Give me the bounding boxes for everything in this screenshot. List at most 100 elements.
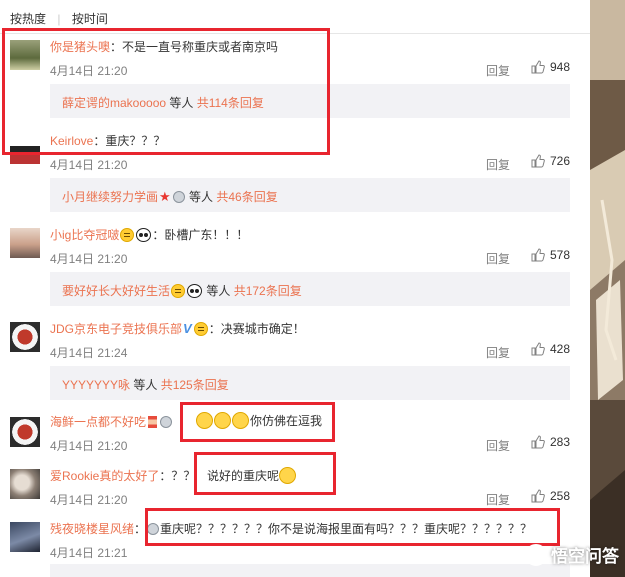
comment-text: 决赛城市确定！: [220, 322, 305, 336]
smiley-emoji-icon: [196, 412, 213, 429]
thumb-up-icon: [531, 248, 545, 262]
sort-bar: 按热度 | 按时间: [0, 0, 590, 34]
comment-time: 4月14日 21:20: [50, 64, 128, 78]
crown-badge-icon: [120, 228, 135, 242]
sub-reply-summary[interactable]: 要好好长大好好生活 等人 共172条回复: [50, 272, 570, 306]
panda-emoji-icon: [187, 284, 203, 298]
sub-reply-etc: 等人: [185, 190, 217, 204]
medal-icon: [172, 191, 185, 203]
sub-reply-total[interactable]: 共114条回复: [197, 96, 264, 110]
colon: ：: [159, 469, 172, 483]
sort-separator: |: [57, 12, 61, 26]
like-count: 726: [549, 154, 570, 168]
comment-username[interactable]: 海鲜一点都不好吃: [50, 415, 146, 429]
smiley-emoji-icon: [214, 412, 231, 429]
like-count: 578: [549, 248, 570, 262]
avatar[interactable]: [10, 134, 40, 164]
comment-time: 4月14日 21:20: [50, 158, 128, 172]
reply-button[interactable]: 回复: [486, 437, 510, 454]
comment-time: 4月14日 21:20: [50, 252, 128, 266]
avatar[interactable]: [10, 40, 40, 70]
comment-text: 你仿佛在逗我: [250, 414, 323, 428]
comment-time: 4月14日 21:24: [50, 346, 128, 360]
sub-reply-total[interactable]: 共125条回复: [161, 378, 229, 392]
like-button[interactable]: 258: [531, 489, 570, 503]
sub-reply-etc: 等人: [203, 284, 234, 298]
comment-text: 重庆呢？？？？？？你不是说海报里面有吗？？？重庆呢？？？？？？: [160, 522, 533, 536]
thumb-up-icon: [531, 489, 545, 503]
like-button[interactable]: 578: [531, 248, 570, 262]
comment-username[interactable]: 爱Rookie真的太好了: [50, 469, 159, 483]
sub-reply-summary[interactable]: 小月继续努力学画★ 等人 共46条回复: [50, 178, 570, 212]
thumb-up-icon: [531, 60, 545, 74]
comment-text: 说好的重庆呢: [207, 469, 280, 483]
comment-text: 不是一直号称重庆或者南京吗: [122, 40, 279, 54]
sub-reply-total[interactable]: 共172条回复: [234, 284, 302, 298]
background-photo: [590, 0, 625, 577]
sub-reply-summary[interactable]: 薛定谔的makooooo 等人 共114条回复: [50, 84, 570, 118]
like-button[interactable]: 428: [531, 342, 570, 356]
colon: ：: [110, 40, 123, 54]
reply-button[interactable]: 回复: [486, 250, 510, 267]
medal-icon: [147, 523, 160, 535]
sub-reply-summary[interactable]: YYYYYYY咏 等人 共125条回复: [50, 366, 570, 400]
comment-time: 4月14日 21:20: [50, 493, 128, 507]
comment-username[interactable]: 你是猪头噢: [50, 40, 110, 54]
sub-reply-users[interactable]: YYYYYYY咏: [62, 378, 130, 392]
sub-reply-total[interactable]: 共46条回复: [216, 190, 277, 204]
avatar[interactable]: [10, 522, 40, 552]
colon: ：: [208, 322, 221, 336]
crown-badge-icon: [193, 322, 208, 336]
like-count: 428: [549, 342, 570, 356]
reply-button[interactable]: 回复: [486, 344, 510, 361]
comment-item: 爱Rookie真的太好了：？？ 说好的重庆呢 4月14日 21:20 回复 25…: [0, 467, 590, 517]
thumb-up-icon: [531, 435, 545, 449]
comment-username[interactable]: JDG京东电子竞技俱乐部: [50, 322, 182, 336]
watermark: 悟空问答: [525, 542, 619, 567]
like-button[interactable]: 948: [531, 60, 570, 74]
medal-icon: [160, 416, 173, 428]
hourglass-icon: [148, 416, 158, 428]
comment-item: 残夜晓楼星风绪： 重庆呢？？？？？？你不是说海报里面有吗？？？重庆呢？？？？？？ …: [0, 520, 590, 577]
smiley-emoji-icon: [232, 412, 249, 429]
thumb-up-icon: [531, 342, 545, 356]
comment-time: 4月14日 21:20: [50, 439, 128, 453]
comment-username[interactable]: Keirlove: [50, 134, 93, 148]
colon: ：: [152, 228, 165, 242]
sub-reply-users[interactable]: 薛定谔的makooooo: [62, 96, 166, 110]
panda-emoji-icon: [136, 228, 152, 242]
like-button[interactable]: 726: [531, 154, 570, 168]
reply-button[interactable]: 回复: [486, 156, 510, 173]
sub-reply-etc: 等人: [130, 378, 161, 392]
sub-reply-users[interactable]: 要好好长大好好生活: [62, 284, 170, 298]
colon: ：: [134, 522, 147, 536]
like-button[interactable]: 283: [531, 435, 570, 449]
comment-text: 重庆？？？: [105, 134, 166, 148]
comment-item: 海鲜一点都不好吃 你仿佛在逗我 4月14日 21:20 回复 283: [0, 412, 590, 463]
reply-button[interactable]: 回复: [486, 491, 510, 508]
comment-username[interactable]: 残夜晓楼星风绪: [50, 522, 134, 536]
thumb-up-icon: [531, 154, 545, 168]
sub-reply-etc: 等人: [166, 96, 197, 110]
wukong-logo-icon: [525, 543, 547, 566]
comment-prefix: ？？: [171, 469, 196, 483]
star-icon: ★: [159, 189, 171, 204]
comment-time: 4月14日 21:21: [50, 546, 128, 560]
sort-by-time-tab[interactable]: 按时间: [72, 10, 108, 27]
comment-text: 卧槽广东！！！: [164, 228, 249, 242]
reply-button[interactable]: 回复: [486, 62, 510, 79]
sub-reply-users[interactable]: 小月继续努力学画: [62, 190, 158, 204]
avatar[interactable]: [10, 228, 40, 258]
smiley-emoji-icon: [279, 467, 297, 484]
like-count: 948: [549, 60, 570, 74]
avatar[interactable]: [10, 417, 40, 447]
watermark-text: 悟空问答: [551, 547, 619, 566]
avatar[interactable]: [10, 469, 40, 499]
comment-username[interactable]: 小ig比夺冠啵: [50, 228, 119, 242]
colon: ：: [93, 134, 106, 148]
sort-by-hot-tab[interactable]: 按热度: [10, 10, 46, 27]
avatar[interactable]: [10, 322, 40, 352]
verified-v-icon: V: [183, 321, 192, 336]
like-count: 258: [549, 489, 570, 503]
background-photo-art: [590, 0, 625, 577]
